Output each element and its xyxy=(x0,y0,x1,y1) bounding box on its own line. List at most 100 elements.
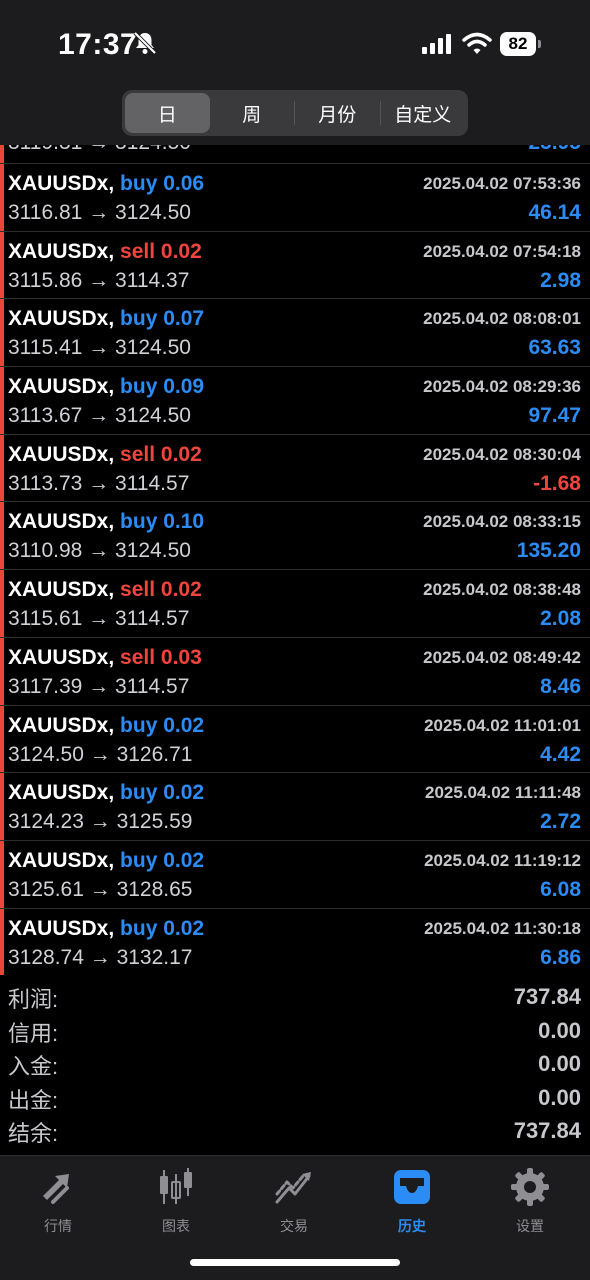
period-segmented-control: 日 周 月份 自定义 xyxy=(122,90,468,136)
trade-symbol: XAUUSDx, xyxy=(8,510,115,534)
summary-credit: 信用: 0.00 xyxy=(0,1016,590,1050)
trade-row[interactable]: XAUUSDx, buy 0.02 2025.04.02 11:19:12 3125… xyxy=(0,840,590,909)
trade-profit: 4.42 xyxy=(540,742,581,766)
trade-volume: 0.02 xyxy=(163,848,205,872)
trade-symbol-line: XAUUSDx, sell 0.03 xyxy=(8,646,202,670)
trade-side: sell xyxy=(120,578,156,602)
tab-quotes[interactable]: 行情 xyxy=(8,1166,108,1236)
trade-datetime: 2025.04.02 11:01:01 xyxy=(424,715,581,735)
trade-volume: 0.07 xyxy=(163,307,205,331)
trade-symbol: XAUUSDx, xyxy=(8,442,115,466)
quotes-arrows-icon xyxy=(43,1174,69,1204)
summary-balance: 结余: 737.84 xyxy=(0,1116,590,1150)
trade-datetime: 2025.04.02 08:29:36 xyxy=(423,377,581,397)
summary-profit: 利润: 737.84 xyxy=(0,982,590,1016)
tab-label: 历史 xyxy=(398,1218,426,1234)
trade-datetime: 2025.04.02 11:19:12 xyxy=(424,850,581,870)
tab-label: 交易 xyxy=(280,1218,308,1234)
trade-row[interactable]: XAUUSDx, buy 0.06 2025.04.02 07:53:36 3116… xyxy=(0,164,590,232)
trade-row[interactable]: XAUUSDx, buy 0.10 2025.04.02 08:33:15 3110… xyxy=(0,502,590,571)
segment-custom[interactable]: 自定义 xyxy=(381,93,466,133)
trade-row[interactable]: XAUUSDx, sell 0.02 2025.04.02 07:54:18 311… xyxy=(0,231,590,300)
trade-prices: 3124.23 → 3125.59 xyxy=(8,810,193,834)
trade-profit: 97.47 xyxy=(528,404,581,428)
trade-prices: 3113.67 → 3124.50 xyxy=(8,404,191,428)
trade-row[interactable]: XAUUSDx, buy 0.02 2025.04.02 11:30:18 3128… xyxy=(0,908,590,975)
trade-prices: 3115.61 → 3114.57 xyxy=(8,607,190,631)
trade-volume: 0.09 xyxy=(163,375,205,399)
trade-row[interactable]: XAUUSDx, sell 0.02 2025.04.02 08:30:04 311… xyxy=(0,434,590,503)
trade-datetime: 2025.04.02 08:49:42 xyxy=(423,647,581,667)
trade-volume: 0.02 xyxy=(160,578,202,602)
trade-row[interactable]: XAUUSDx, buy 0.02 2025.04.02 11:11:48 3124… xyxy=(0,773,590,841)
trade-side: sell xyxy=(120,239,156,263)
trade-prices: 3125.61 → 3128.65 xyxy=(8,877,193,901)
trade-datetime: 2025.04.02 08:33:15 xyxy=(423,512,581,532)
trade-profit: 135.20 xyxy=(516,539,581,563)
trade-history-list[interactable]: 3119.31 → 3124.50 25.95 XAUUSDx, buy 0.0… xyxy=(0,145,590,975)
trade-side: buy xyxy=(120,848,158,872)
trade-prices: 3119.31 → 3124.50 xyxy=(8,145,191,155)
tab-history[interactable]: 历史 xyxy=(362,1166,462,1236)
trade-prices: 3110.98 → 3124.50 xyxy=(8,539,191,563)
cellular-signal-icon xyxy=(422,34,451,54)
trade-symbol: XAUUSDx, xyxy=(8,781,115,805)
trade-symbol: XAUUSDx, xyxy=(8,375,115,399)
tab-chart[interactable]: 图表 xyxy=(126,1166,226,1236)
trade-line-icon xyxy=(275,1172,311,1204)
battery-indicator: 82 xyxy=(500,32,542,56)
trade-profit: 8.46 xyxy=(540,674,581,698)
trade-side: buy xyxy=(120,375,158,399)
trade-row[interactable]: XAUUSDx, buy 0.02 2025.04.02 11:01:01 3124… xyxy=(0,705,590,774)
trade-profit: 2.72 xyxy=(540,810,581,834)
trade-prices: 3115.41 → 3124.50 xyxy=(8,336,191,360)
trade-row[interactable]: XAUUSDx, buy 0.07 2025.04.02 08:08:01 3115… xyxy=(0,299,590,368)
trade-side: buy xyxy=(120,307,158,331)
home-indicator[interactable] xyxy=(190,1259,400,1266)
trade-datetime: 2025.04.02 07:54:18 xyxy=(423,241,581,261)
summary-deposit: 入金: 0.00 xyxy=(0,1049,590,1083)
trade-volume: 0.06 xyxy=(163,172,205,195)
trade-prices: 3128.74 → 3132.17 xyxy=(8,945,193,969)
trade-symbol-line: XAUUSDx, buy 0.06 xyxy=(8,172,204,196)
trade-symbol: XAUUSDx, xyxy=(8,172,115,195)
trade-symbol: XAUUSDx, xyxy=(8,307,115,331)
trade-row[interactable]: XAUUSDx, sell 0.02 2025.04.02 08:38:48 311… xyxy=(0,570,590,638)
trade-symbol: XAUUSDx, xyxy=(8,239,115,263)
summary-value: 0.00 xyxy=(538,1051,581,1076)
trade-symbol-line: XAUUSDx, sell 0.02 xyxy=(8,578,202,602)
trade-symbol-line: XAUUSDx, sell 0.02 xyxy=(8,443,202,467)
segment-week[interactable]: 周 xyxy=(210,93,295,133)
trade-row[interactable]: XAUUSDx, sell 0.03 2025.04.02 08:49:42 311… xyxy=(0,637,590,706)
summary-value: 737.84 xyxy=(513,984,581,1009)
trade-symbol: XAUUSDx, xyxy=(8,645,115,669)
trade-symbol-line: XAUUSDx, buy 0.02 xyxy=(8,917,204,941)
trade-symbol-line: XAUUSDx, buy 0.10 xyxy=(8,510,204,534)
trade-symbol-line: XAUUSDx, sell 0.02 xyxy=(8,240,202,264)
trade-row[interactable]: XAUUSDx, buy 0.09 2025.04.02 08:29:36 3113… xyxy=(0,367,590,435)
trade-symbol-line: XAUUSDx, buy 0.02 xyxy=(8,781,204,805)
trade-row-partial[interactable]: 3119.31 → 3124.50 25.95 xyxy=(0,145,590,164)
tab-trade[interactable]: 交易 xyxy=(244,1166,344,1236)
summary-value: 0.00 xyxy=(538,1017,581,1043)
tab-label: 设置 xyxy=(516,1218,544,1234)
trade-profit: 63.63 xyxy=(528,336,581,360)
trade-prices: 3116.81 → 3124.50 xyxy=(8,201,191,224)
tab-settings[interactable]: 设置 xyxy=(480,1166,580,1236)
trade-volume: 0.02 xyxy=(163,713,205,737)
trade-side: buy xyxy=(120,713,158,737)
trade-profit: 6.86 xyxy=(540,945,581,969)
settings-gear-icon xyxy=(511,1168,549,1206)
summary-label: 出金: xyxy=(8,1087,59,1113)
trade-volume: 0.02 xyxy=(163,916,205,940)
trade-volume: 0.02 xyxy=(163,781,205,805)
summary-withdrawal: 出金: 0.00 xyxy=(0,1083,590,1117)
segment-month[interactable]: 月份 xyxy=(295,93,380,133)
trade-volume: 0.02 xyxy=(160,442,202,466)
segment-day[interactable]: 日 xyxy=(125,93,210,133)
trade-volume: 0.10 xyxy=(163,510,205,534)
status-bar: 17:37 82 xyxy=(0,0,590,90)
trade-profit: 25.95 xyxy=(528,145,581,155)
trade-side: sell xyxy=(120,442,156,466)
trade-datetime: 2025.04.02 08:30:04 xyxy=(423,444,581,464)
